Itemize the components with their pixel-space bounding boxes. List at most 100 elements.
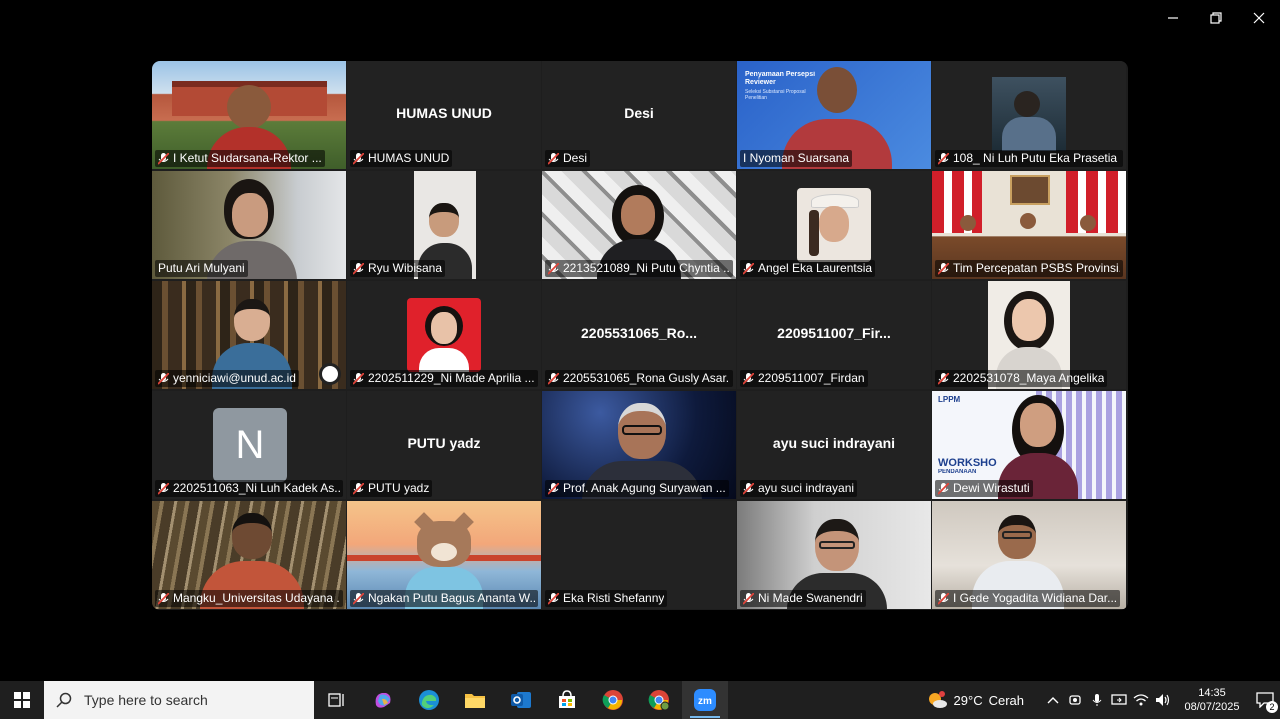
copilot-button[interactable] xyxy=(360,681,406,719)
file-explorer-button[interactable] xyxy=(452,681,498,719)
mic-muted-icon xyxy=(548,482,559,495)
participant-display-name: ayu suci indrayani xyxy=(772,435,896,451)
chevron-up-icon xyxy=(1047,697,1059,704)
participant-body xyxy=(1002,117,1056,151)
participant-name-label: Eka Risti Shefanny xyxy=(545,590,668,607)
gallery-view: I Ketut Sudarsana-Rektor ... HUMAS UNUD … xyxy=(152,61,1128,610)
mic-muted-icon xyxy=(938,152,949,165)
restore-icon xyxy=(1209,12,1222,24)
microsoft-store-button[interactable] xyxy=(544,681,590,719)
outlook-button[interactable] xyxy=(498,681,544,719)
notification-center-button[interactable]: 2 xyxy=(1250,681,1280,719)
participant-display-name: PUTU yadz xyxy=(407,435,481,451)
participant-tile[interactable]: HUMAS UNUD HUMAS UNUD xyxy=(347,61,541,169)
edge-browser-button[interactable] xyxy=(406,681,452,719)
weather-temperature: 29°C xyxy=(953,692,983,708)
participant-tile[interactable]: Prof. Anak Agung Suryawan ... xyxy=(542,391,736,499)
participant-tile[interactable]: I Ketut Sudarsana-Rektor ... xyxy=(152,61,346,169)
participant-head xyxy=(429,203,459,237)
participant-name-label: Ryu Wibisana xyxy=(350,260,446,277)
wifi-button[interactable] xyxy=(1130,681,1152,719)
participant-tile[interactable]: Ryu Wibisana xyxy=(347,171,541,279)
chrome-profile-button[interactable] xyxy=(636,681,682,719)
participant-tile[interactable]: I Gede Yogadita Widiana Dar... xyxy=(932,501,1126,609)
participant-tile[interactable]: ayu suci indrayani ayu suci indrayani xyxy=(737,391,931,499)
weather-widget[interactable]: 29°C Cerah xyxy=(926,690,1024,710)
participant-tile[interactable]: 2202531078_Maya Angelika xyxy=(932,281,1126,389)
microphone-button[interactable] xyxy=(1086,681,1108,719)
copilot-icon xyxy=(375,693,391,708)
participant-name-label: 2205531065_Rona Gusly Asar... xyxy=(545,370,733,387)
participant-name-label: I Gede Yogadita Widiana Dar... xyxy=(935,590,1121,607)
virtual-background-subtitle: PENDANAAN xyxy=(938,469,977,475)
participant-tile[interactable]: 2209511007_Fir... 2209511007_Firdan xyxy=(737,281,931,389)
participant-tile[interactable]: Ngakan Putu Bagus Ananta W... xyxy=(347,501,541,609)
close-button[interactable] xyxy=(1237,0,1280,36)
glasses xyxy=(819,541,855,549)
participant-tile[interactable]: LPPM WORKSHO PENDANAAN Dewi Wirastuti xyxy=(932,391,1126,499)
logo-badge xyxy=(319,363,341,385)
screen-share-button[interactable] xyxy=(1108,681,1130,719)
participant-tile[interactable]: N 2202511063_Ni Luh Kadek As... xyxy=(152,391,346,499)
windows-logo-icon xyxy=(14,692,30,708)
participant-name-label: 2209511007_Firdan xyxy=(740,370,868,387)
minimize-button[interactable] xyxy=(1151,0,1194,36)
participant-tile[interactable]: yenniciawi@unud.ac.id xyxy=(152,281,346,389)
task-view-icon xyxy=(328,693,344,707)
mic-muted-icon xyxy=(938,372,949,385)
tray-app-icon xyxy=(1069,695,1081,705)
participant-tile[interactable]: Desi Desi xyxy=(542,61,736,169)
window-controls xyxy=(1151,0,1280,36)
taskbar-search-box[interactable]: Type here to search xyxy=(44,681,314,719)
participant-name-label: Mangku_Universitas Udayana ... xyxy=(155,590,343,607)
minimize-icon xyxy=(1167,17,1178,19)
participant-name-label: Prof. Anak Agung Suryawan ... xyxy=(545,480,729,497)
video-feed xyxy=(797,188,871,262)
participant-tile-active-speaker[interactable]: Putu Ari Mulyani xyxy=(152,171,346,279)
participant-body xyxy=(419,348,469,372)
mic-muted-icon xyxy=(158,152,169,165)
task-view-button[interactable] xyxy=(314,681,360,719)
participant-tile[interactable]: 2213521089_Ni Putu Chyntia ... xyxy=(542,171,736,279)
participant-head xyxy=(1020,403,1056,447)
participant-tile[interactable]: Angel Eka Laurentsia xyxy=(737,171,931,279)
glasses xyxy=(622,425,662,435)
mic-muted-icon xyxy=(548,262,559,275)
participant-tile[interactable]: 2205531065_Ro... 2205531065_Rona Gusly A… xyxy=(542,281,736,389)
close-icon xyxy=(1253,12,1264,24)
zoom-app-button[interactable]: zm xyxy=(682,681,728,719)
participant-name-label: Putu Ari Mulyani xyxy=(155,260,248,277)
participant-head xyxy=(227,85,271,129)
participant-name-label: Angel Eka Laurentsia xyxy=(740,260,876,277)
participant-head xyxy=(621,195,655,235)
participant-avatar-initial: N xyxy=(213,408,287,482)
participant-tile[interactable]: Penyamaan Persepsi Reviewer Seleksi Subs… xyxy=(737,61,931,169)
mic-muted-icon xyxy=(353,372,364,385)
participant-hair xyxy=(809,210,819,256)
show-hidden-icons-button[interactable] xyxy=(1042,681,1064,719)
search-placeholder: Type here to search xyxy=(84,692,208,708)
participant-tile[interactable]: Ni Made Swanendri xyxy=(737,501,931,609)
participant-tile[interactable]: PUTU yadz PUTU yadz xyxy=(347,391,541,499)
participant-head xyxy=(819,206,849,242)
weather-sun-cloud-icon xyxy=(928,691,947,708)
clock-time: 14:35 xyxy=(1198,687,1226,699)
start-button[interactable] xyxy=(0,681,44,719)
restore-button[interactable] xyxy=(1194,0,1237,36)
video-feed xyxy=(992,77,1066,151)
chrome-button[interactable] xyxy=(590,681,636,719)
participant-name-label: Tim Percepatan PSBS Provinsi... xyxy=(935,260,1123,277)
search-icon xyxy=(56,692,72,708)
participant-name-label: Dewi Wirastuti xyxy=(935,480,1033,497)
participant-tile[interactable]: Eka Risti Shefanny xyxy=(542,501,736,609)
volume-button[interactable] xyxy=(1152,681,1174,719)
mic-muted-icon xyxy=(938,592,949,605)
participant-tile[interactable]: 108_ Ni Luh Putu Eka Prasetia ... xyxy=(932,61,1126,169)
participant-tile[interactable]: 2202511229_Ni Made Aprilia ... xyxy=(347,281,541,389)
tray-app-button[interactable] xyxy=(1064,681,1086,719)
participant-tile[interactable]: Mangku_Universitas Udayana ... xyxy=(152,501,346,609)
taskbar-clock[interactable]: 14:35 08/07/2025 xyxy=(1180,686,1244,714)
participant-tile[interactable]: Tim Percepatan PSBS Provinsi... xyxy=(932,171,1126,279)
participant-head xyxy=(232,513,272,559)
participant-head xyxy=(1014,91,1040,117)
